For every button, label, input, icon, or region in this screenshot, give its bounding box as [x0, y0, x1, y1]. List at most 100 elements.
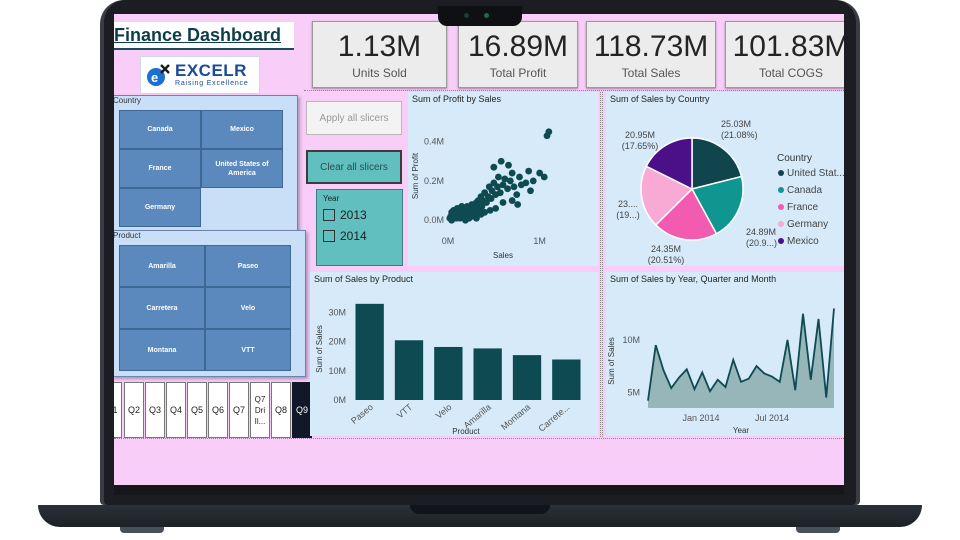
kpi-total-profit: 16.89M Total Profit — [458, 21, 578, 88]
legend-marker — [778, 238, 784, 244]
scatter-point — [545, 128, 553, 136]
screen-bezel-bottom — [114, 485, 844, 495]
kpi-value: 1.13M — [337, 30, 422, 63]
y-axis-label: Sum of Sales — [607, 337, 616, 385]
sales-by-product-bar: 0M10M20M30MSum of SalesPaseo VTT Velo Amari… — [315, 303, 581, 436]
scatter-point — [490, 163, 498, 171]
legend-marker — [778, 204, 784, 210]
chart-title: Sum of Sales by Country — [610, 94, 710, 104]
divider — [114, 438, 844, 439]
scatter-point — [529, 177, 537, 185]
quarter-tile-selected[interactable]: Q9 — [292, 382, 312, 438]
laptop-foot-right — [796, 527, 840, 533]
country-slicer-header: Country — [114, 96, 142, 105]
kpi-label: Total COGS — [758, 66, 824, 80]
country-tile-mexico[interactable]: Mexico — [201, 110, 283, 149]
product-tile-paseo[interactable]: Paseo — [205, 245, 291, 287]
product-tile-montana[interactable]: Montana — [119, 329, 205, 371]
quarter-tile[interactable]: 1 — [114, 382, 122, 438]
country-tile-canada[interactable]: Canada — [119, 110, 201, 149]
divider — [304, 90, 844, 91]
quarter-tile[interactable]: Q2 — [124, 382, 144, 438]
pie-data-label: (17.65%) — [622, 141, 659, 151]
y-tick-label: 0.4M — [424, 137, 444, 147]
legend-title: Country — [777, 153, 812, 164]
country-tile-usa[interactable]: United States of America — [201, 149, 283, 188]
y-tick-label: 0.0M — [424, 215, 444, 225]
x-tick-label: 0M — [442, 236, 455, 246]
year-option-2014[interactable]: 2014 — [323, 229, 367, 243]
divider — [600, 92, 601, 437]
kpi-label: Total Profit — [489, 66, 547, 80]
quarter-tile[interactable]: Q8 — [271, 382, 291, 438]
scatter-point — [540, 173, 548, 181]
year-option-label: 2014 — [340, 229, 367, 243]
area-fill — [648, 308, 834, 408]
x-tick-label: VTT — [395, 402, 415, 421]
y-tick-label: 10M — [622, 335, 640, 345]
checkbox-icon[interactable] — [323, 209, 335, 221]
country-tile-france[interactable]: France — [119, 149, 201, 188]
y-tick-label: 20M — [328, 337, 346, 347]
y-tick-label: 10M — [328, 366, 346, 376]
divider — [602, 92, 603, 437]
scatter-point — [496, 189, 504, 197]
scatter-point — [514, 201, 522, 208]
kpi-value: 118.73M — [593, 30, 709, 63]
product-tile-amarilla[interactable]: Amarilla — [119, 245, 205, 287]
scatter-point — [508, 169, 516, 177]
year-option-2013[interactable]: 2013 — [323, 208, 367, 222]
apply-all-slicers-button[interactable]: Apply all slicers — [306, 101, 402, 135]
svg-text:e: e — [151, 70, 158, 85]
pie-data-label: (20.9...) — [746, 238, 777, 248]
legend-label: Germany — [787, 219, 828, 230]
quarter-tile[interactable]: Q7 Dri Il... — [250, 382, 270, 438]
quarter-tile[interactable]: Q7 — [229, 382, 249, 438]
dashboard-title: Finance Dashboard — [114, 22, 294, 50]
kpi-value: 101.83M — [732, 30, 844, 63]
y-tick-label: 30M — [328, 308, 346, 318]
country-tile-germany[interactable]: Germany — [119, 188, 201, 227]
y-axis-label: Sum of Profit — [411, 152, 420, 199]
sales-by-country-pie: 25.03M(21.08%) 24.89M(20.9...) 24.35M(20.5… — [616, 119, 844, 265]
quarter-tile[interactable]: Q4 — [166, 382, 186, 438]
scatter-point — [522, 179, 530, 187]
sales-by-period-area: 5M 10M Sum of Sales Jan 2014 Jul 2014 Year — [607, 308, 835, 435]
scatter-point — [508, 197, 516, 204]
camera-notch — [438, 6, 522, 26]
chart-title: Sum of Sales by Year, Quarter and Month — [610, 274, 777, 284]
legend-marker — [778, 187, 784, 193]
quarter-tile[interactable]: Q3 — [145, 382, 165, 438]
scatter-point — [516, 173, 523, 181]
year-option-label: 2013 — [340, 208, 367, 222]
excelr-logo-icon: e — [147, 64, 170, 86]
checkbox-icon[interactable] — [323, 230, 335, 242]
x-tick-label: Jan 2014 — [682, 413, 719, 423]
quarter-tile[interactable]: Q5 — [187, 382, 207, 438]
dashboard-screen: Finance Dashboard e EXCELR Raising Excel… — [114, 14, 844, 485]
year-slicer: Year 2013 2014 — [316, 189, 403, 266]
year-slicer-header: Year — [323, 194, 340, 203]
pie-data-label: 24.35M — [651, 244, 681, 254]
quarter-tile[interactable]: Q6 — [208, 382, 228, 438]
scatter-point — [458, 203, 466, 210]
logo-brand: EXCELR — [175, 61, 247, 80]
product-tile-velo[interactable]: Velo — [205, 287, 291, 329]
laptop-foot-left — [120, 527, 164, 533]
camera-light-icon — [484, 13, 489, 18]
scatter-point — [505, 161, 512, 169]
sales-by-product-panel: Sum of Sales by Product 0M 10M 20M 30M Sum o… — [310, 272, 598, 436]
scatter-point — [525, 167, 533, 175]
kpi-label: Total Sales — [621, 66, 681, 80]
clear-all-slicers-button[interactable]: Clear all slicers — [306, 150, 402, 184]
scatter-point — [497, 157, 505, 165]
scatter-point — [504, 185, 511, 193]
camera-sensor-icon — [464, 13, 469, 18]
product-tile-carretera[interactable]: Carretera — [119, 287, 205, 329]
x-tick-label: Carrete... — [536, 402, 571, 434]
kpi-units-sold: 1.13M Units Sold — [312, 21, 447, 88]
x-tick-label: 1M — [533, 236, 546, 246]
bar — [552, 359, 581, 400]
product-tile-vtt[interactable]: VTT — [205, 329, 291, 371]
quarter-slicer: 1 Q2 Q3 Q4 Q5 Q6 Q7 Q7 Dri Il... Q8 Q9 — [114, 382, 312, 438]
